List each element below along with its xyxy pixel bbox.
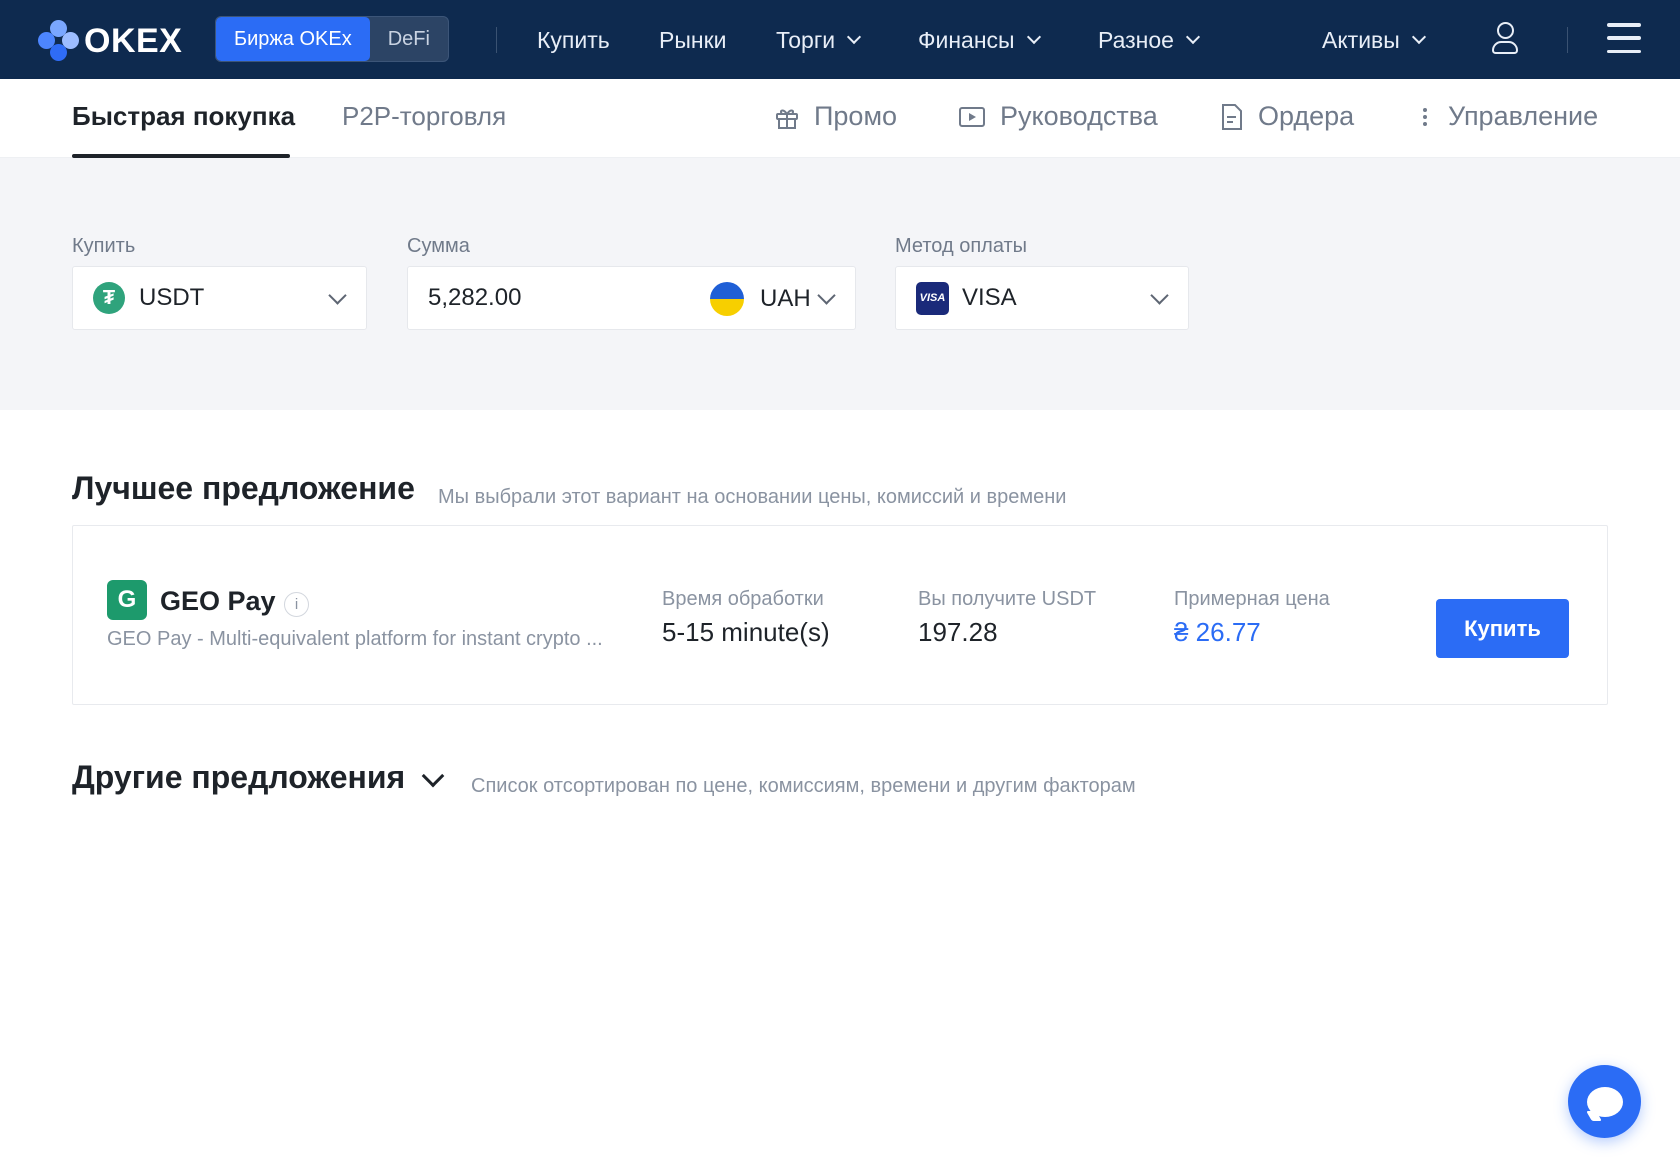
nav-trade-label: Торги <box>776 27 836 53</box>
nav-divider <box>1567 27 1568 53</box>
nav-assets-label: Активы <box>1322 27 1400 53</box>
okex-logo-icon <box>38 20 80 62</box>
buy-crypto-label: Купить <box>72 235 136 257</box>
payment-method-select[interactable]: VISA VISA <box>895 266 1189 330</box>
nav-finance-label: Финансы <box>918 27 1015 53</box>
approx-price-label: Примерная цена <box>1174 588 1330 610</box>
segment-defi[interactable]: DeFi <box>370 17 448 61</box>
crypto-select-value: USDT <box>139 284 205 311</box>
top-navbar: OKEX Биржа OKEx DeFi Купить Рынки Торги … <box>0 0 1680 79</box>
info-icon[interactable]: i <box>284 592 309 617</box>
more-vertical-icon <box>1423 107 1427 126</box>
receive-amount-value: 197.28 <box>918 617 998 647</box>
other-offers-subtitle: Список отсортирован по цене, комиссиям, … <box>471 775 1136 797</box>
nav-trade[interactable]: Торги <box>776 22 862 58</box>
chevron-down-icon <box>1185 29 1201 45</box>
chevron-down-icon <box>847 29 862 45</box>
amount-input[interactable]: 5,282.00 <box>428 284 521 312</box>
payment-method-label: Метод оплаты <box>895 235 1028 257</box>
best-offer-card: G GEO Pay i GEO Pay - Multi-equivalent p… <box>72 525 1608 705</box>
video-play-icon <box>959 106 985 127</box>
receive-amount-label: Вы получите USDT <box>918 588 1097 610</box>
promo-label: Промо <box>814 101 898 131</box>
manage-link[interactable]: Управление <box>1420 101 1598 132</box>
best-offer-subtitle: Мы выбрали этот вариант на основании цен… <box>438 486 1067 508</box>
fiat-currency-value: UAH <box>760 285 811 312</box>
gift-icon <box>776 109 798 129</box>
nav-buy[interactable]: Купить <box>537 22 610 58</box>
guides-label: Руководства <box>1000 101 1158 131</box>
crypto-select[interactable]: ₮ USDT <box>72 266 367 330</box>
visa-card-icon: VISA <box>916 281 949 315</box>
provider-description: GEO Pay - Multi-equivalent platform for … <box>107 628 603 650</box>
chevron-down-icon <box>1411 29 1426 45</box>
exchange-segment-control: Биржа OKEx DeFi <box>215 16 449 62</box>
other-offers-title[interactable]: Другие предложения <box>72 759 405 796</box>
approx-price-value: ₴ 26.77 <box>1174 617 1261 647</box>
tab-p2p-trading[interactable]: P2P-торговля <box>342 101 506 132</box>
guides-link[interactable]: Руководства <box>958 101 1158 132</box>
nav-buy-label: Купить <box>537 27 610 53</box>
nav-misc[interactable]: Разное <box>1098 22 1201 58</box>
nav-finance[interactable]: Финансы <box>918 22 1041 58</box>
logo-text: OKEX <box>84 21 183 60</box>
nav-markets[interactable]: Рынки <box>659 22 726 58</box>
hamburger-menu-icon[interactable] <box>1607 23 1641 53</box>
chat-bubble-icon <box>1586 1086 1623 1117</box>
chevron-down-icon <box>817 286 836 305</box>
chevron-down-icon <box>1026 29 1041 45</box>
ukraine-flag-icon <box>710 282 744 316</box>
chevron-down-icon <box>328 286 347 305</box>
manage-label: Управление <box>1448 101 1599 131</box>
tether-icon: ₮ <box>93 282 125 314</box>
amount-label: Сумма <box>407 235 470 257</box>
segment-exchange[interactable]: Биржа OKEx <box>216 17 370 61</box>
processing-time-label: Время обработки <box>662 588 824 610</box>
quick-buy-form: Купить ₮ USDT Сумма 5,282.00 UAH Метод о… <box>0 158 1680 410</box>
okex-logo[interactable]: OKEX <box>38 20 182 62</box>
chevron-down-icon[interactable] <box>421 764 445 788</box>
nav-markets-label: Рынки <box>659 27 727 53</box>
payment-method-value: VISA <box>962 284 1017 311</box>
tab-quick-buy[interactable]: Быстрая покупка <box>72 101 295 132</box>
provider-name: GEO Pay <box>160 586 276 616</box>
amount-field: 5,282.00 UAH <box>407 266 856 330</box>
support-chat-button[interactable] <box>1568 1065 1641 1138</box>
nav-misc-label: Разное <box>1098 27 1174 53</box>
buy-button[interactable]: Купить <box>1436 599 1569 658</box>
nav-divider <box>496 27 497 53</box>
chevron-down-icon <box>1150 286 1169 305</box>
nav-assets[interactable]: Активы <box>1322 22 1426 58</box>
best-offer-title: Лучшее предложение <box>72 470 415 506</box>
document-icon <box>1222 103 1242 130</box>
orders-label: Ордера <box>1258 101 1355 131</box>
orders-link[interactable]: Ордера <box>1220 101 1354 132</box>
geo-pay-logo-icon: G <box>107 580 147 620</box>
sub-navbar: Быстрая покупка P2P-торговля Промо Руков… <box>0 79 1680 158</box>
promo-link[interactable]: Промо <box>774 101 897 132</box>
fiat-currency-select[interactable]: UAH <box>710 282 811 316</box>
user-icon[interactable] <box>1490 22 1520 56</box>
processing-time-value: 5-15 minute(s) <box>662 617 830 647</box>
